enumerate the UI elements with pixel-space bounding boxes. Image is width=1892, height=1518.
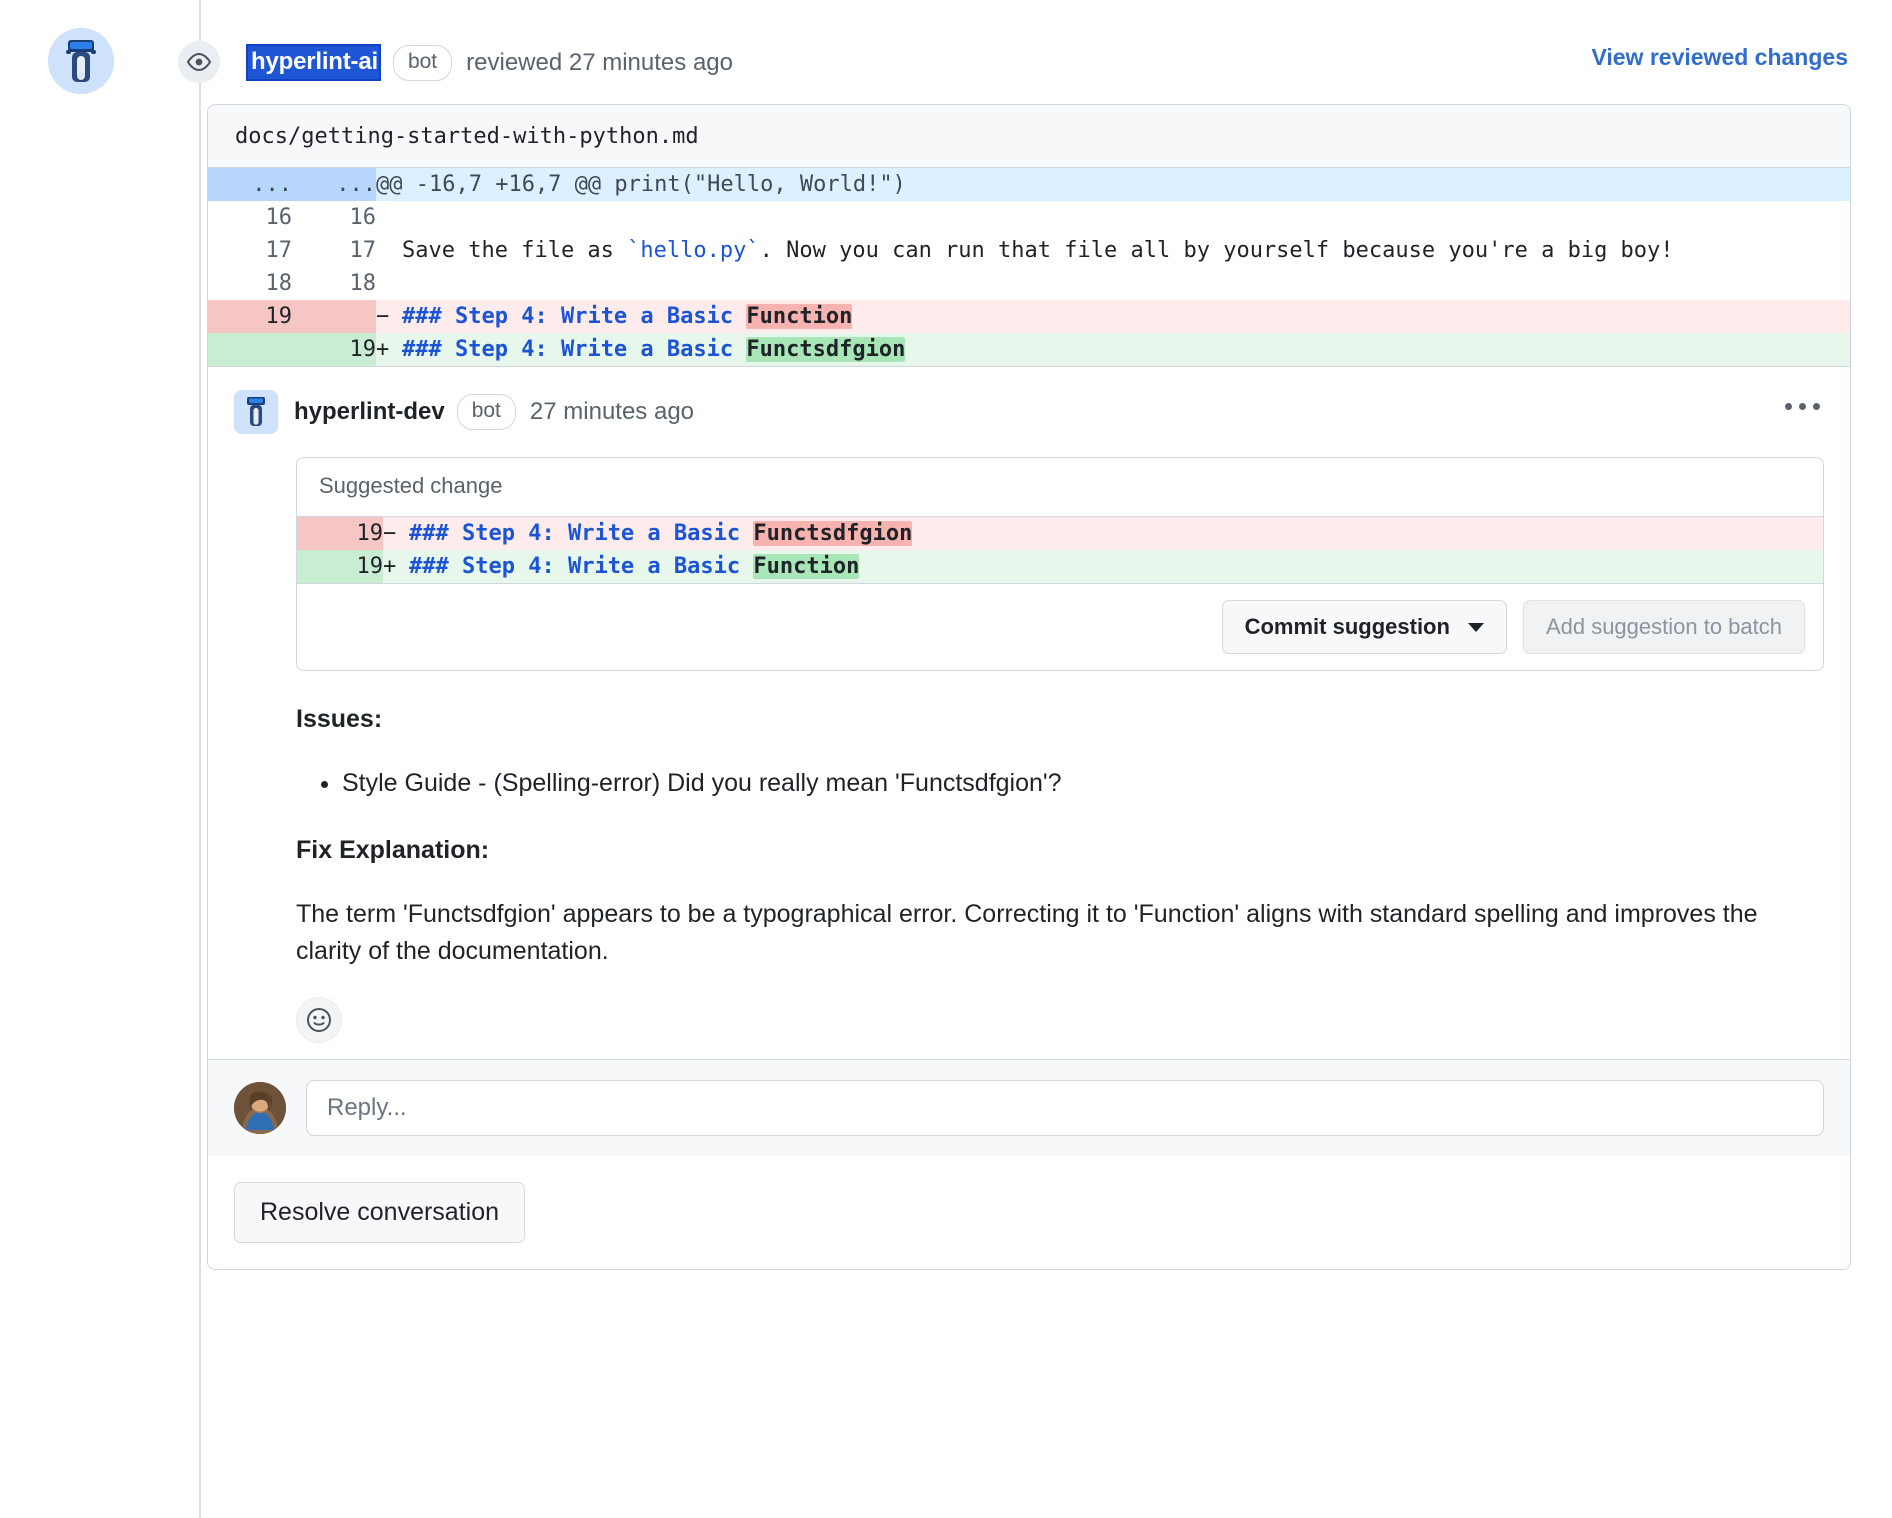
diff-row-context: 18 18 bbox=[208, 267, 1850, 300]
comment-body: Issues: Style Guide - (Spelling-error) D… bbox=[296, 701, 1824, 971]
commit-suggestion-label: Commit suggestion bbox=[1244, 614, 1450, 639]
markdown-heading-text: Step 4: Write a Basic bbox=[441, 304, 747, 329]
issues-heading: Issues: bbox=[296, 705, 383, 733]
reviewer-avatar[interactable] bbox=[48, 28, 114, 94]
review-header: hyperlint-ai bot reviewed 27 minutes ago… bbox=[0, 0, 1892, 110]
diff-marker: − bbox=[376, 304, 390, 329]
word-diff-added: Functsdfgion bbox=[746, 337, 906, 362]
diff-row-addition: 19 + ### Step 4: Write a Basic Functsdfgi… bbox=[208, 333, 1850, 366]
smiley-icon[interactable] bbox=[296, 996, 342, 1043]
line-number-new: 18 bbox=[292, 267, 376, 300]
reviewer-username[interactable]: hyperlint-ai bbox=[246, 44, 381, 81]
line-number-old: ... bbox=[208, 168, 292, 201]
line-number: 19 bbox=[297, 550, 383, 583]
diff-row-deletion: 19 − ### Step 4: Write a Basic Function bbox=[208, 300, 1850, 333]
diff-code-text: − ### Step 4: Write a Basic Function bbox=[376, 300, 1850, 333]
line-number-old: 17 bbox=[208, 234, 292, 267]
resolve-conversation-button[interactable]: Resolve conversation bbox=[234, 1181, 526, 1243]
markdown-heading-text: Step 4: Write a Basic bbox=[448, 521, 754, 546]
diff-marker: + bbox=[383, 554, 397, 579]
diff-row-context: 16 16 bbox=[208, 201, 1850, 234]
bot-badge: bot bbox=[392, 44, 453, 81]
current-user-avatar[interactable] bbox=[234, 1081, 286, 1134]
diff-text-part-2: . Now you can run that file all by yours… bbox=[759, 238, 1674, 263]
fix-explanation-heading: Fix Explanation: bbox=[296, 836, 490, 864]
word-diff-removed: Functsdfgion bbox=[753, 521, 913, 546]
word-diff-removed: Function bbox=[746, 304, 853, 329]
diff-row-context: 17 17 Save the file as `hello.py`. Now y… bbox=[208, 234, 1850, 267]
suggestion-code-text: − ### Step 4: Write a Basic Functsdfgion bbox=[383, 517, 1823, 550]
hunk-header-text: @@ -16,7 +16,7 @@ print("Hello, World!") bbox=[376, 168, 1850, 201]
line-number-old: 19 bbox=[208, 300, 292, 333]
pr-review-thread: hyperlint-ai bot reviewed 27 minutes ago… bbox=[0, 0, 1892, 1518]
comment-author-name[interactable]: hyperlint-dev bbox=[294, 398, 445, 426]
review-header-line: hyperlint-ai bot reviewed 27 minutes ago bbox=[246, 44, 733, 81]
diff-row-hunk: ... ... @@ -16,7 +16,7 @@ print("Hello, … bbox=[208, 168, 1850, 201]
list-item: Style Guide - (Spelling-error) Did you r… bbox=[342, 765, 1824, 803]
timeline-rail bbox=[199, 0, 201, 1518]
comment-header: hyperlint-dev bot 27 minutes ago bbox=[234, 389, 1824, 435]
bot-badge: bot bbox=[456, 394, 516, 430]
diff-code-text bbox=[376, 267, 1850, 300]
suggestion-action-bar: Commit suggestion Add suggestion to batc… bbox=[297, 583, 1823, 670]
comment-author-avatar[interactable] bbox=[234, 390, 278, 434]
line-number-new bbox=[292, 300, 376, 333]
review-comment: hyperlint-dev bot 27 minutes ago Suggest… bbox=[208, 366, 1850, 1059]
more-options-icon[interactable] bbox=[1781, 399, 1824, 414]
line-number: 19 bbox=[297, 517, 383, 550]
suggestion-code-text: + ### Step 4: Write a Basic Function bbox=[383, 550, 1823, 583]
diff-code-text: Save the file as `hello.py`. Now you can… bbox=[376, 234, 1850, 267]
diff-file-path[interactable]: docs/getting-started-with-python.md bbox=[208, 105, 1850, 168]
commit-suggestion-button[interactable]: Commit suggestion bbox=[1221, 600, 1507, 654]
suggested-change-block: Suggested change 19 − ### Step 4: Write a… bbox=[296, 457, 1824, 671]
suggestion-row-deletion: 19 − ### Step 4: Write a Basic Functsdfgi… bbox=[297, 517, 1823, 550]
markdown-hashes: ### bbox=[402, 304, 442, 329]
reply-row bbox=[208, 1058, 1850, 1156]
markdown-hashes: ### bbox=[409, 554, 449, 579]
suggestion-row-addition: 19 + ### Step 4: Write a Basic Function bbox=[297, 550, 1823, 583]
diff-table: ... ... @@ -16,7 +16,7 @@ print("Hello, … bbox=[208, 168, 1850, 366]
issues-list: Style Guide - (Spelling-error) Did you r… bbox=[296, 765, 1824, 803]
line-number-new: 17 bbox=[292, 234, 376, 267]
diff-code-text: + ### Step 4: Write a Basic Functsdfgion bbox=[376, 333, 1850, 366]
suggested-change-label: Suggested change bbox=[297, 458, 1823, 517]
eye-icon bbox=[178, 41, 220, 83]
diff-text-part-1: Save the file as bbox=[402, 238, 628, 263]
diff-marker: + bbox=[376, 337, 390, 362]
line-number-new: ... bbox=[292, 168, 376, 201]
chevron-down-icon[interactable] bbox=[1467, 622, 1484, 632]
line-number-new: 19 bbox=[292, 333, 376, 366]
view-reviewed-changes-link[interactable]: View reviewed changes bbox=[1591, 44, 1848, 71]
resolve-row: Resolve conversation bbox=[208, 1155, 1850, 1269]
line-number-new: 16 bbox=[292, 201, 376, 234]
comment-timestamp[interactable]: 27 minutes ago bbox=[530, 398, 694, 426]
line-number-old bbox=[208, 333, 292, 366]
line-number-old: 16 bbox=[208, 201, 292, 234]
reply-input[interactable] bbox=[306, 1079, 1824, 1136]
markdown-hashes: ### bbox=[409, 521, 449, 546]
markdown-heading-text: Step 4: Write a Basic bbox=[441, 337, 747, 362]
diff-marker: − bbox=[383, 521, 397, 546]
word-diff-added: Function bbox=[753, 554, 860, 579]
markdown-heading-text: Step 4: Write a Basic bbox=[448, 554, 754, 579]
diff-code-text bbox=[376, 201, 1850, 234]
fix-explanation-text: The term 'Functsdfgion' appears to be a … bbox=[296, 899, 1758, 966]
add-suggestion-to-batch-button[interactable]: Add suggestion to batch bbox=[1522, 600, 1805, 654]
line-number-old: 18 bbox=[208, 267, 292, 300]
diff-card: docs/getting-started-with-python.md ... … bbox=[207, 104, 1851, 1270]
inline-code-token: `hello.py` bbox=[627, 238, 760, 263]
markdown-hashes: ### bbox=[402, 337, 442, 362]
suggestion-diff-table: 19 − ### Step 4: Write a Basic Functsdfgi… bbox=[297, 517, 1823, 583]
review-action-text: reviewed 27 minutes ago bbox=[466, 48, 733, 76]
